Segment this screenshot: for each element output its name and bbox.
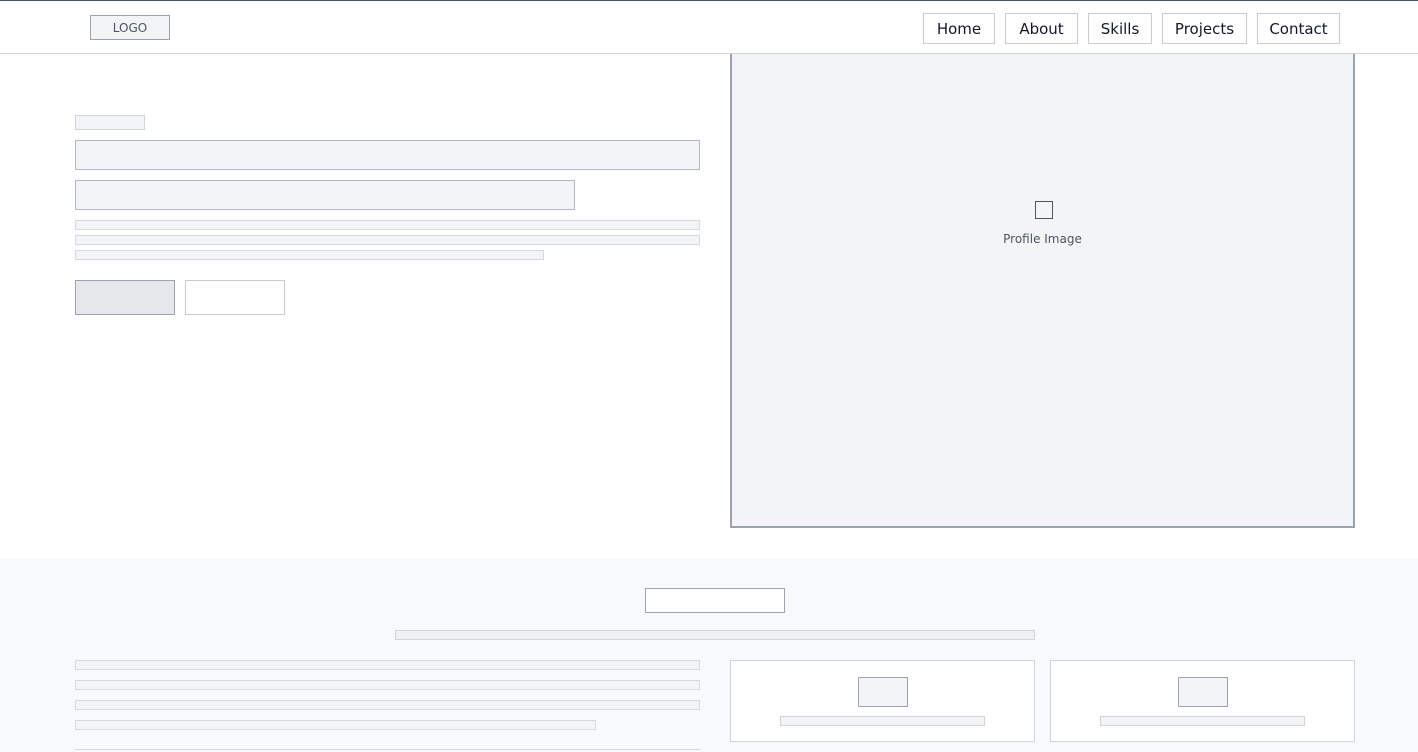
stat-card-2 xyxy=(1050,660,1355,742)
profile-image-placeholder: Profile Image xyxy=(730,54,1355,528)
section-text-line-1 xyxy=(75,660,700,670)
site-header: LOGO Home About Skills Projects Contact xyxy=(0,0,1418,54)
section-divider xyxy=(75,749,700,750)
hero-heading-line-1 xyxy=(75,140,700,170)
nav-home[interactable]: Home xyxy=(923,13,995,44)
hero-text-line-3 xyxy=(75,250,544,260)
section-text-line-3 xyxy=(75,700,700,710)
nav-about[interactable]: About xyxy=(1005,13,1078,44)
secondary-cta-button[interactable] xyxy=(185,280,285,315)
hero-text-line-1 xyxy=(75,220,700,230)
card-icon-placeholder xyxy=(858,677,908,707)
section-text-line-4 xyxy=(75,720,596,730)
profile-image-label: Profile Image xyxy=(1003,232,1082,246)
card-icon-placeholder xyxy=(1178,677,1228,707)
about-section xyxy=(0,558,1418,752)
image-placeholder-icon xyxy=(1035,201,1053,219)
card-text-placeholder xyxy=(780,716,985,726)
card-text-placeholder xyxy=(1100,716,1305,726)
hero-eyebrow-placeholder xyxy=(75,115,145,130)
stat-card-1 xyxy=(730,660,1035,742)
primary-cta-button[interactable] xyxy=(75,280,175,315)
section-title-placeholder xyxy=(645,588,785,613)
section-subtitle-placeholder xyxy=(395,630,1035,640)
logo[interactable]: LOGO xyxy=(90,15,170,40)
hero-heading-line-2 xyxy=(75,180,575,210)
nav-contact[interactable]: Contact xyxy=(1257,13,1340,44)
hero-text-line-2 xyxy=(75,235,700,245)
section-text-line-2 xyxy=(75,680,700,690)
nav-projects[interactable]: Projects xyxy=(1162,13,1247,44)
nav-skills[interactable]: Skills xyxy=(1088,13,1152,44)
